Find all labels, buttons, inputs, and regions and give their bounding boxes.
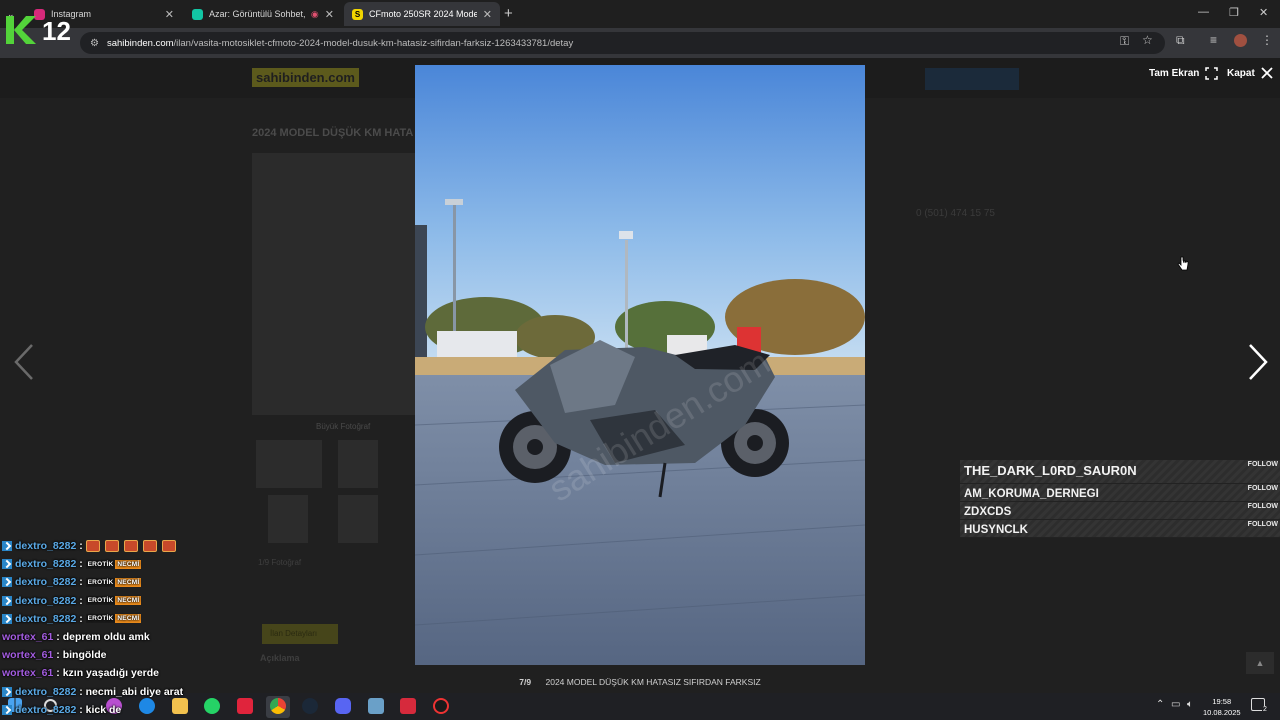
chat-badge-icon [2,559,12,570]
close-tab-icon[interactable]: ✕ [165,8,174,21]
chat-message: dextro_8282 : kick de [2,701,252,719]
chat-badge-icon [2,541,12,552]
svg-text:12: 12 [42,16,71,46]
lightbox-photo[interactable]: sahibinden.com [415,65,865,665]
enlarge-photo-link[interactable]: Büyük Fotoğraf [316,422,370,431]
recording-icon: ◉ [310,8,319,19]
close-icon [1261,67,1273,79]
scroll-to-top-button[interactable]: ▲ [1246,652,1274,674]
minimize-button[interactable]: — [1198,6,1209,18]
chat-badge-icon [2,595,12,606]
fullscreen-button[interactable]: Tam Ekran [1149,67,1219,80]
chat-badge-icon [2,686,12,697]
close-tab-icon[interactable]: ✕ [483,8,492,21]
follower-row: ZDXCDS FOLLOW [960,502,1280,520]
listing-title: 2024 MODEL DÜŞÜK KM HATA [252,127,414,139]
photo-thumbnail[interactable] [338,495,378,543]
chat-message: dextro_8282 : [2,537,252,555]
tray-chevron-icon[interactable]: ⌃ [1156,699,1164,710]
chat-message: dextro_8282 : EROTİK NECMİ [2,610,252,628]
chat-message: wortex_61 : kzın yaşadığı yerde [2,667,160,680]
steam-icon[interactable] [302,698,318,714]
follower-row: HUSYNCLK FOLLOW [960,520,1280,538]
azar-icon [192,8,203,20]
restore-button[interactable]: ❐ [1229,6,1239,19]
erotik-necmi-emote: EROTİK NECMİ [85,596,142,606]
extensions-icon[interactable]: ⧉ [1176,33,1185,48]
photo-caption-text: 2024 MODEL DÜŞÜK KM HATASIZ SIFIRDAN FAR… [545,677,761,687]
recent-followers-overlay: THE_DARK_L0RD_SAUR0N FOLLOW AM_KORUMA_DE… [960,460,1280,538]
new-tab-button[interactable]: + [504,5,513,22]
chrome-icon[interactable] [270,698,286,714]
post-ad-button[interactable] [925,68,1019,90]
flag-emote-icon [161,540,176,553]
close-lightbox-button[interactable]: Kapat [1227,67,1273,79]
photo-count-label: 1/9 Fotoğraf [258,558,302,567]
browser-toolbar: ⚙ sahibinden.com/ilan/vasita-motosiklet-… [0,28,1280,58]
close-tab-icon[interactable]: ✕ [325,8,334,21]
chat-badge-icon [2,577,12,588]
bookmark-star-icon[interactable]: ☆ [1142,33,1153,47]
profile-avatar[interactable] [1234,34,1247,47]
sahibinden-icon: S [352,8,363,20]
follower-row: AM_KORUMA_DERNEGI FOLLOW [960,484,1280,502]
chat-message: dextro_8282 : necmi_abi diye arat [2,683,252,701]
photo-thumbnail[interactable] [256,440,322,488]
media-control-icon[interactable]: ≡ [1210,33,1217,47]
flag-emote-icon [142,540,157,553]
browser-tab-bar: ⌄ Instagram ✕ Azar: Görüntülü Sohbet, Ar… [0,0,1280,28]
screen: ⌄ Instagram ✕ Azar: Görüntülü Sohbet, Ar… [0,0,1280,720]
tab-azar[interactable]: Azar: Görüntülü Sohbet, Ar... ◉ ✕ [184,2,342,26]
site-info-icon[interactable]: ⚙ [90,38,99,49]
menu-kebab-icon[interactable]: ⋮ [1261,33,1273,47]
notification-count: 2 [1262,706,1268,713]
chat-badge-icon [2,613,12,624]
chat-message: wortex_61 : bingölde [2,649,107,662]
chat-message: dextro_8282 : EROTİK NECMİ [2,555,252,573]
close-window-button[interactable]: ✕ [1259,6,1268,19]
obs-icon[interactable] [433,698,449,714]
erotik-necmi-emote: EROTİK NECMİ [85,614,142,624]
next-photo-arrow-icon[interactable] [1246,343,1270,381]
photo-counter: 7/9 [519,677,532,687]
tab-listing-details[interactable]: İlan Detayları [262,624,338,644]
app-icon[interactable] [400,698,416,714]
flag-emote-icon [104,540,119,553]
seller-phone: 0 (501) 474 15 75 [916,208,995,219]
listing-main-photo[interactable] [252,153,417,415]
tab-cfmoto[interactable]: S CFmoto 250SR 2024 Model Su... ✕ [344,2,500,26]
description-heading: Açıklama [260,653,300,663]
follower-row: THE_DARK_L0RD_SAUR0N FOLLOW [960,460,1280,484]
photo-caption: 7/9 2024 MODEL DÜŞÜK KM HATASIZ SIFIRDAN… [415,677,865,687]
motorcycle-photo: sahibinden.com [415,65,865,665]
chat-message: dextro_8282 : EROTİK NECMİ [2,592,252,610]
site-logo[interactable]: sahibinden.com [252,68,359,87]
flag-emote-icon [123,540,138,553]
network-tool-icon[interactable] [368,698,384,714]
hand-cursor-icon [1177,256,1189,271]
previous-photo-arrow-icon[interactable] [12,343,36,381]
network-icon[interactable]: ▭ [1171,699,1180,710]
photo-thumbnail[interactable] [338,440,378,488]
chat-badge-icon [2,704,12,715]
system-clock[interactable]: 19:58 10.08.2025 [1203,696,1241,718]
fullscreen-icon [1205,67,1219,80]
erotik-necmi-emote: EROTİK NECMİ [85,577,142,587]
photo-thumbnail[interactable] [268,495,308,543]
volume-icon[interactable]: 🔈︎ [1187,699,1193,710]
password-key-icon[interactable]: ⚿ [1120,34,1129,49]
k12-stream-logo: 12 [6,16,71,46]
flag-emote-icon [85,540,100,553]
chat-message: wortex_61 : deprem oldu amk [2,631,150,644]
chat-message: dextro_8282 : EROTİK NECMİ [2,573,252,591]
erotik-necmi-emote: EROTİK NECMİ [85,559,142,569]
address-bar[interactable]: ⚙ sahibinden.com/ilan/vasita-motosiklet-… [80,32,1165,54]
discord-icon[interactable] [335,698,351,714]
stream-chat-overlay: dextro_8282 : dextro_8282 : EROTİK NECMİ … [2,537,252,719]
